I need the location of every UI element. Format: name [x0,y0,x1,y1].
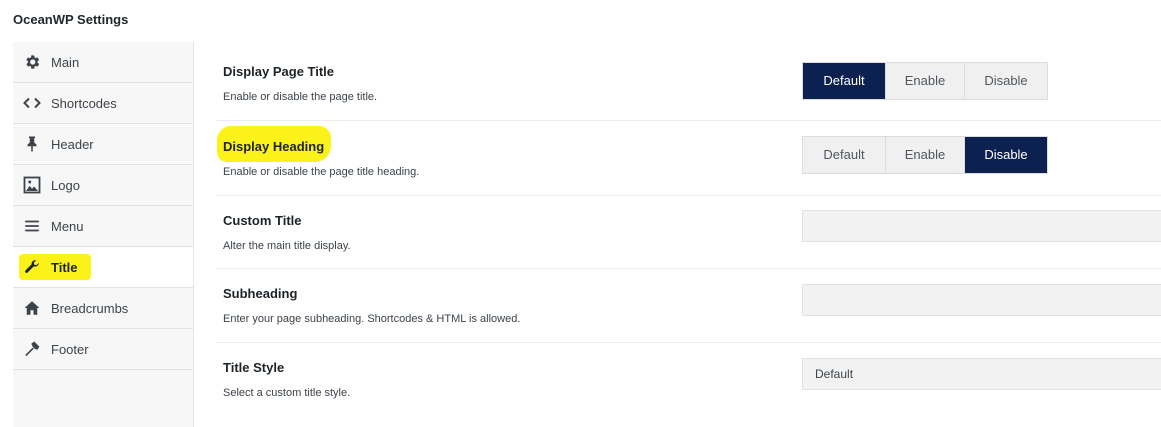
option-enable-button[interactable]: Enable [886,137,965,173]
sidebar-item-main[interactable]: Main [13,42,193,83]
sidebar-item-label: Header [51,137,94,152]
home-icon [23,299,41,317]
custom-title-input[interactable] [802,210,1161,242]
sidebar-item-label: Footer [51,342,89,357]
setting-title: Title Style [223,360,285,375]
sidebar-item-menu[interactable]: Menu [13,206,193,247]
setting-description: Alter the main title display. [223,240,351,252]
option-default-button[interactable]: Default [803,137,886,173]
sidebar-item-shortcodes[interactable]: Shortcodes [13,83,193,124]
panel-title: OceanWP Settings [13,12,129,27]
select-value: Default [815,367,854,381]
sidebar-item-title[interactable]: Title [13,247,193,288]
subheading-input[interactable] [802,284,1161,316]
pin-icon [23,135,41,153]
sidebar-item-label: Menu [51,219,84,234]
option-enable-button[interactable]: Enable [886,63,965,99]
setting-title: Display Heading [223,139,325,154]
display-heading-toggle: Default Enable Disable [802,136,1048,174]
gear-icon [23,53,41,71]
sidebar-item-label: Breadcrumbs [51,301,129,316]
setting-description: Enable or disable the page title heading… [223,166,420,178]
image-icon [23,176,41,194]
sidebar-item-label: Shortcodes [51,96,117,111]
option-disable-button[interactable]: Disable [965,63,1047,99]
sidebar-item-footer[interactable]: Footer [13,329,193,370]
code-icon [23,94,41,112]
setting-description: Enter your page subheading. Shortcodes &… [223,313,521,325]
setting-title: Custom Title [223,213,302,228]
hammer-icon [23,340,41,358]
sidebar-item-label: Main [51,55,80,70]
sidebar-item-label: Logo [51,178,80,193]
setting-title: Display Page Title [223,64,335,79]
settings-sidebar: Main Shortcodes Header Logo Menu Title B… [13,42,194,427]
sidebar-item-logo[interactable]: Logo [13,165,193,206]
option-disable-button[interactable]: Disable [965,137,1047,173]
menu-icon [23,217,41,235]
sidebar-item-label: Title [51,260,78,275]
wrench-icon [23,258,41,276]
sidebar-item-header[interactable]: Header [13,124,193,165]
setting-description: Select a custom title style. [223,387,351,399]
option-default-button[interactable]: Default [803,63,886,99]
setting-title: Subheading [223,286,298,301]
sidebar-item-breadcrumbs[interactable]: Breadcrumbs [13,288,193,329]
title-style-select[interactable]: Default [802,358,1161,390]
setting-description: Enable or disable the page title. [223,91,378,103]
display-page-title-toggle: Default Enable Disable [802,62,1048,100]
